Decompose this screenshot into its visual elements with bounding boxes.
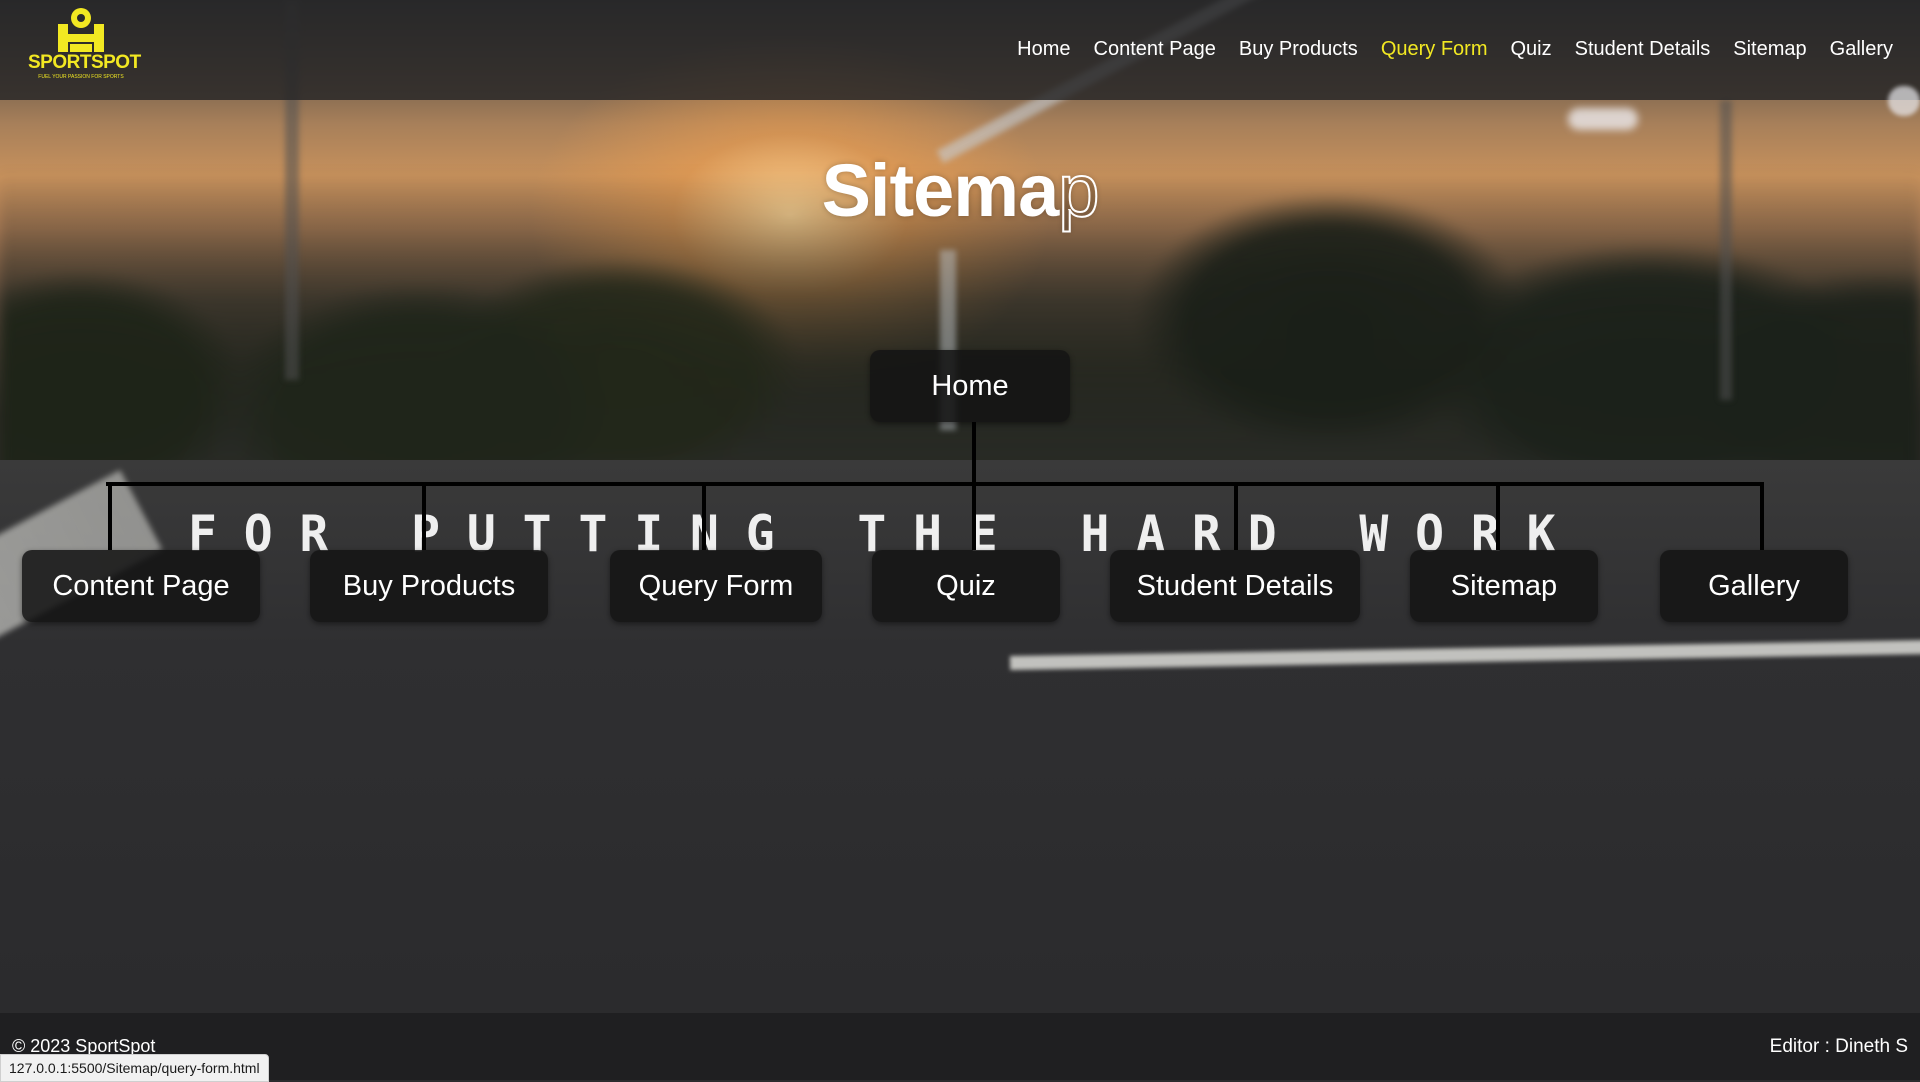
nav-link-query-form[interactable]: Query Form (1381, 38, 1488, 61)
sitemap-node-student-details[interactable]: Student Details (1110, 550, 1360, 622)
sitemap-node-quiz[interactable]: Quiz (872, 550, 1060, 622)
sitemap-node-gallery[interactable]: Gallery (1660, 550, 1848, 622)
tree-connector-child (422, 482, 426, 550)
sitemap-node-home[interactable]: Home (870, 350, 1070, 422)
tree-connector-root (972, 422, 976, 484)
browser-status-url: 127.0.0.1:5500/Sitemap/query-form.html (0, 1054, 269, 1082)
tree-connector-horizontal (106, 482, 1764, 486)
sportspot-logo[interactable]: SPORTSPOT FUEL YOUR PASSION FOR SPORTS (26, 4, 141, 86)
nav-link-student-details[interactable]: Student Details (1575, 38, 1711, 61)
nav-link-buy-products[interactable]: Buy Products (1239, 38, 1358, 61)
tree-connector-child (108, 482, 112, 550)
page-title-main: Sitema (821, 149, 1060, 232)
tree-connector-child (1234, 482, 1238, 550)
sitemap-node-content-page[interactable]: Content Page (22, 550, 260, 622)
sitemap-node-query-form[interactable]: Query Form (610, 550, 822, 622)
nav-link-content-page[interactable]: Content Page (1094, 38, 1216, 61)
tree-connector-child (702, 482, 706, 550)
tree-connector-child (972, 482, 976, 550)
brand-tagline: FUEL YOUR PASSION FOR SPORTS (38, 74, 124, 80)
sitemap-node-sitemap[interactable]: Sitemap (1410, 550, 1598, 622)
nav-link-home[interactable]: Home (1017, 38, 1070, 61)
stadium-lamp (1568, 108, 1638, 130)
tree-connector-child (1496, 482, 1500, 550)
tree-connector-child (1760, 482, 1764, 550)
main-nav: Home Content Page Buy Products Query Form Qu… (1017, 38, 1893, 61)
editor-credit: Editor : Dineth S (1769, 1036, 1908, 1057)
scrollbar-thumb[interactable] (1888, 86, 1920, 116)
page-title-outlined-letter: p (1057, 148, 1100, 233)
brand-name: SPORTSPOT (28, 52, 141, 73)
logo-mark-icon (58, 8, 104, 52)
sitemap-node-buy-products[interactable]: Buy Products (310, 550, 548, 622)
nav-link-gallery[interactable]: Gallery (1830, 38, 1893, 61)
page-title: Sitemap (0, 148, 1920, 233)
light-pole (1720, 100, 1732, 400)
footer-bar (0, 1013, 1920, 1080)
nav-link-quiz[interactable]: Quiz (1511, 38, 1552, 61)
header-bar: SPORTSPOT FUEL YOUR PASSION FOR SPORTS H… (0, 0, 1920, 100)
nav-link-sitemap[interactable]: Sitemap (1733, 38, 1806, 61)
